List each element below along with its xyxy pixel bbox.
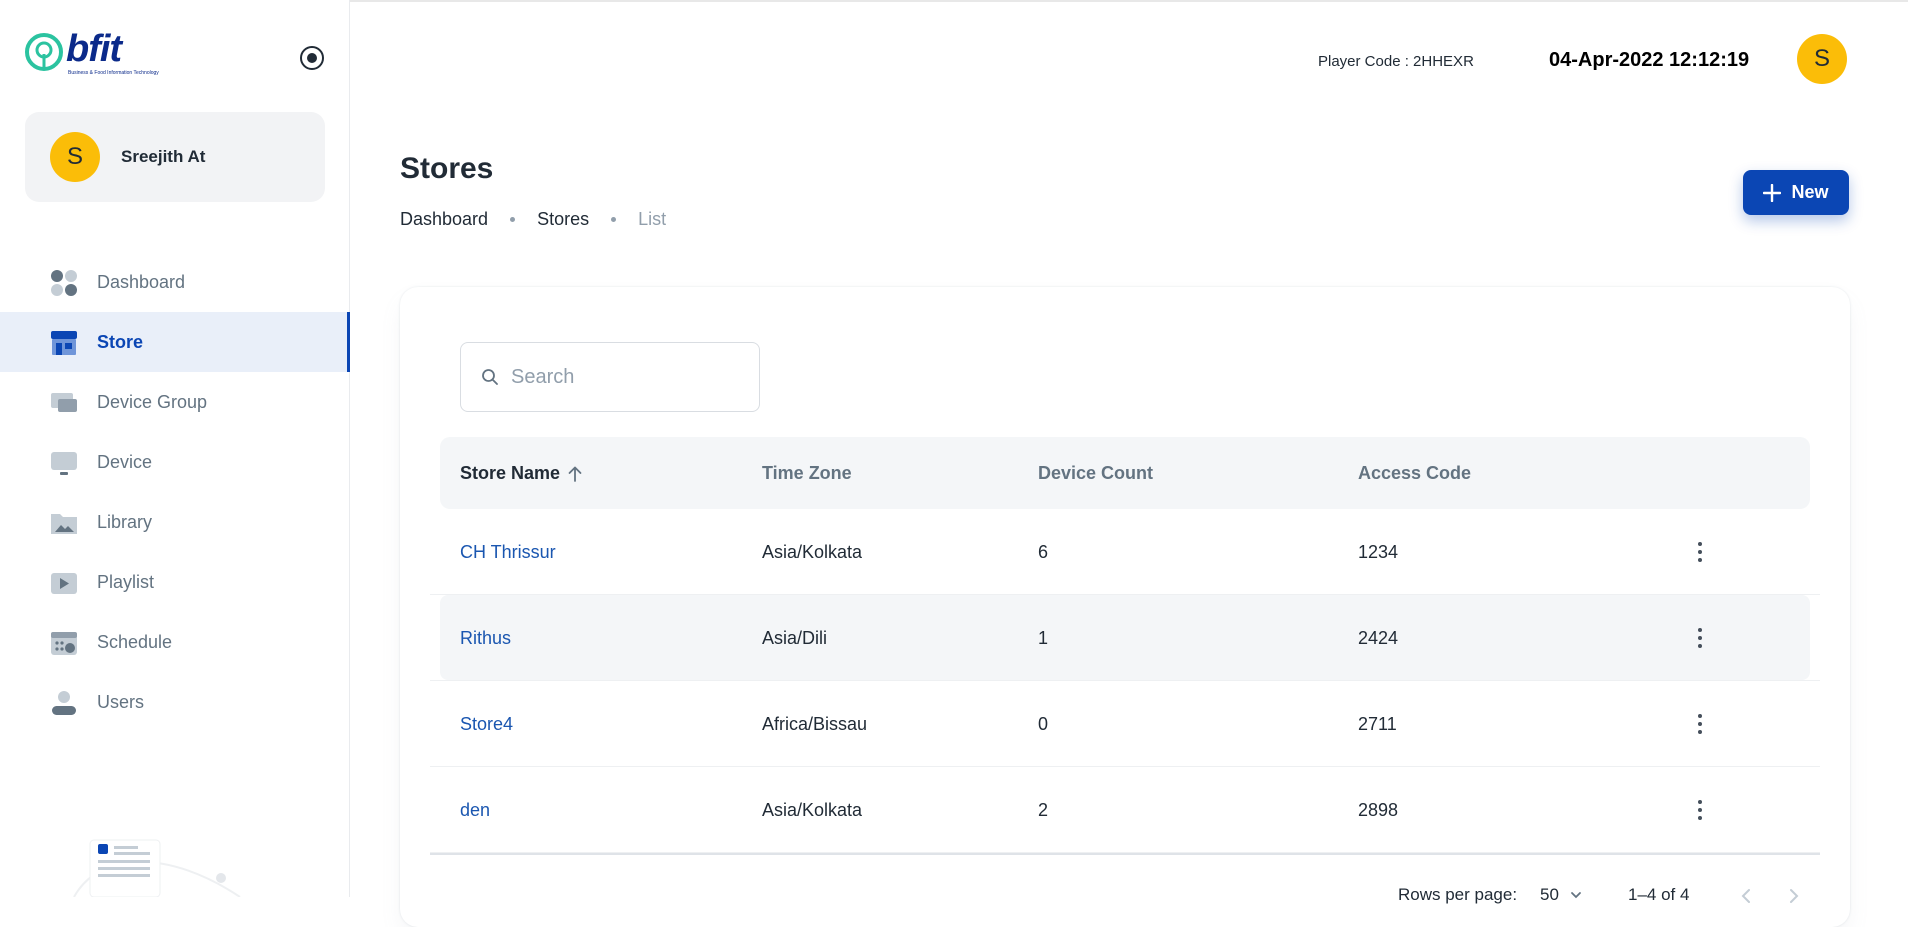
sidebar-item-schedule[interactable]: Schedule (0, 612, 350, 672)
stores-table-card: Store Name Time Zone Device Count Access… (400, 287, 1850, 927)
rows-per-page-label: Rows per page: (1398, 885, 1518, 904)
current-datetime: 04-Apr-2022 12:12:19 (1549, 49, 1750, 71)
sidebar-item-dashboard[interactable]: Dashboard (0, 252, 350, 312)
time-zone-cell: Africa/Bissau (762, 714, 868, 734)
sidebar-item-label: Schedule (97, 631, 173, 652)
next-page-icon[interactable] (1784, 887, 1802, 905)
account-card[interactable]: S Sreejith At (25, 112, 325, 202)
new-store-button[interactable]: New (1743, 170, 1849, 215)
sidebar-item-label: Device (97, 451, 153, 472)
access-code-cell: 2898 (1358, 800, 1399, 820)
breadcrumb-dashboard[interactable]: Dashboard (400, 209, 488, 230)
avatar: S (50, 132, 100, 182)
sidebar-item-label: Device Group (97, 391, 208, 412)
row-hover-highlight (440, 595, 1810, 680)
row-menu-icon[interactable] (1696, 797, 1704, 823)
store-name-link[interactable]: CH Thrissur (460, 542, 556, 563)
column-header-store-name[interactable]: Store Name (460, 463, 584, 484)
column-header-access-code[interactable]: Access Code (1358, 463, 1471, 484)
row-menu-icon[interactable] (1696, 625, 1704, 651)
search-box[interactable] (460, 342, 760, 412)
page-title: Stores (400, 152, 494, 185)
time-zone-cell: Asia/Dili (762, 628, 828, 648)
plus-icon (1763, 183, 1782, 202)
device-count-cell: 6 (1038, 542, 1049, 562)
sidebar-collapse-button[interactable] (300, 46, 324, 70)
player-code: Player Code : 2HHEXR (1318, 53, 1474, 70)
sidebar-item-label: Users (97, 691, 145, 712)
table-row[interactable]: Rithus Asia/Dili 1 2424 (430, 595, 1820, 681)
sidebar-illustration (73, 839, 241, 897)
breadcrumb-separator (510, 217, 516, 222)
dashboard-icon (51, 270, 77, 296)
logo-mark-icon (25, 33, 63, 71)
logo-tagline: Business & Food Information Technology (68, 70, 159, 76)
pagination-range: 1–4 of 4 (1628, 885, 1690, 904)
users-icon (52, 691, 76, 715)
sidebar: bfit Business & Food Information Technol… (0, 0, 350, 897)
column-header-label: Store Name (460, 463, 561, 483)
time-zone-cell: Asia/Kolkata (762, 542, 863, 562)
table-row[interactable]: Store4 Africa/Bissau 0 2711 (430, 681, 1820, 767)
sidebar-item-label: Store (97, 331, 144, 352)
sidebar-item-label: Library (97, 511, 153, 532)
sidebar-item-library[interactable]: Library (0, 492, 350, 552)
device-group-icon (51, 393, 77, 412)
sidebar-item-label: Dashboard (97, 271, 186, 292)
device-icon (51, 452, 77, 475)
account-name: Sreejith At (121, 147, 206, 166)
time-zone-cell: Asia/Kolkata (762, 800, 863, 820)
logo-text: bfit (66, 28, 122, 70)
row-menu-icon[interactable] (1696, 711, 1704, 737)
sidebar-item-store[interactable]: Store (0, 312, 350, 372)
access-code-cell: 2711 (1358, 714, 1397, 734)
access-code-cell: 2424 (1358, 628, 1399, 648)
table-header: Store Name Time Zone Device Count Access… (440, 437, 1810, 509)
search-input[interactable] (511, 365, 751, 389)
library-icon (51, 514, 77, 534)
sidebar-item-device-group[interactable]: Device Group (0, 372, 350, 432)
column-header-time-zone[interactable]: Time Zone (762, 463, 852, 484)
playlist-icon (51, 573, 77, 594)
table-row[interactable]: CH Thrissur Asia/Kolkata 6 1234 (430, 509, 1820, 595)
store-name-link[interactable]: den (460, 800, 490, 821)
breadcrumb-separator (611, 217, 617, 222)
sidebar-item-label: Playlist (97, 571, 155, 592)
access-code-cell: 1234 (1358, 542, 1399, 562)
breadcrumb-stores[interactable]: Stores (537, 209, 589, 230)
header-avatar[interactable]: S (1797, 34, 1847, 84)
store-name-link[interactable]: Rithus (460, 628, 511, 649)
logo[interactable]: bfit Business & Food Information Technol… (24, 28, 159, 78)
schedule-icon (51, 632, 77, 655)
row-menu-icon[interactable] (1696, 539, 1704, 565)
table-divider (430, 853, 1820, 855)
rows-per-page-select[interactable]: 50 (1540, 885, 1583, 905)
search-icon (482, 369, 498, 385)
breadcrumb: Dashboard Stores List (400, 209, 666, 230)
table-body: CH Thrissur Asia/Kolkata 6 1234 Rithus A… (430, 509, 1820, 853)
breadcrumb-list: List (638, 209, 667, 229)
sidebar-nav: Dashboard Store Device Group Device Libr… (0, 252, 350, 732)
previous-page-icon[interactable] (1738, 887, 1756, 905)
store-icon (51, 331, 77, 355)
store-name-link[interactable]: Store4 (460, 714, 513, 735)
device-count-cell: 0 (1038, 714, 1049, 734)
sort-ascending-icon (568, 466, 582, 482)
chevron-down-icon (1571, 892, 1581, 899)
table-row[interactable]: den Asia/Kolkata 2 2898 (430, 767, 1820, 853)
column-header-device-count[interactable]: Device Count (1038, 463, 1153, 484)
sidebar-item-playlist[interactable]: Playlist (0, 552, 350, 612)
sidebar-item-users[interactable]: Users (0, 672, 350, 732)
new-button-label: New (1791, 182, 1829, 202)
device-count-cell: 1 (1038, 628, 1049, 648)
rows-per-page-value: 50 (1540, 885, 1559, 904)
device-count-cell: 2 (1038, 800, 1049, 820)
sidebar-item-device[interactable]: Device (0, 432, 350, 492)
